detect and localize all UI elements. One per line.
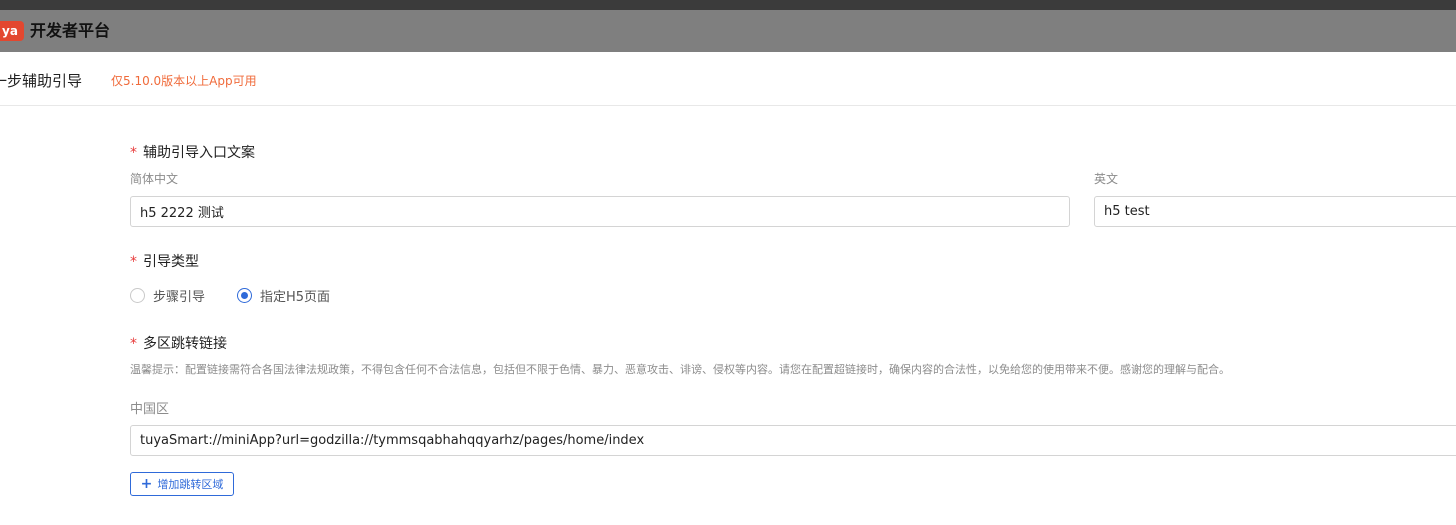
guide-type-label: * 引导类型 bbox=[130, 251, 199, 271]
china-link-input[interactable] bbox=[130, 425, 1456, 456]
guide-type-radio-group: 步骤引导 指定H5页面 bbox=[130, 285, 362, 305]
radio-h5-page-label: 指定H5页面 bbox=[260, 289, 331, 305]
radio-h5-page[interactable]: 指定H5页面 bbox=[237, 286, 330, 305]
region-china-label: 中国区 bbox=[130, 402, 170, 417]
en-label: 英文 bbox=[1094, 172, 1119, 186]
version-note: 仅5.10.0版本以上App可用 bbox=[111, 74, 257, 88]
required-mark: * bbox=[130, 145, 137, 161]
radio-step-guide-label: 步骤引导 bbox=[153, 289, 206, 305]
zh-label: 简体中文 bbox=[130, 172, 179, 186]
radio-step-guide[interactable]: 步骤引导 bbox=[130, 286, 205, 305]
multi-region-link-label-text: 多区跳转链接 bbox=[143, 336, 227, 352]
header-bar: ya 开发者平台 bbox=[0, 10, 1456, 52]
zh-text-input[interactable] bbox=[130, 196, 1070, 227]
en-text-input[interactable] bbox=[1094, 196, 1456, 227]
brand-title: 开发者平台 bbox=[30, 21, 111, 40]
page-title: 一步辅助引导 bbox=[0, 72, 83, 90]
add-region-button-label: 增加跳转区域 bbox=[157, 478, 224, 491]
tuya-logo-icon[interactable]: ya bbox=[0, 21, 24, 41]
add-region-button[interactable]: + 增加跳转区域 bbox=[130, 472, 234, 496]
multi-region-link-label: * 多区跳转链接 bbox=[130, 333, 227, 353]
required-mark: * bbox=[130, 254, 137, 270]
entry-text-label: * 辅助引导入口文案 bbox=[130, 142, 255, 162]
page-title-bar: 一步辅助引导 仅5.10.0版本以上App可用 bbox=[0, 52, 1456, 106]
legal-hint-text: 温馨提示：配置链接需符合各国法律法规政策，不得包含任何不合法信息，包括但不限于色… bbox=[130, 363, 1230, 376]
top-strip bbox=[0, 0, 1456, 10]
plus-icon: + bbox=[140, 476, 153, 492]
radio-unchecked-icon[interactable] bbox=[130, 287, 145, 303]
required-mark: * bbox=[130, 336, 137, 352]
guide-type-label-text: 引导类型 bbox=[143, 254, 199, 270]
entry-text-label-text: 辅助引导入口文案 bbox=[143, 145, 255, 161]
radio-checked-icon[interactable] bbox=[237, 287, 253, 303]
